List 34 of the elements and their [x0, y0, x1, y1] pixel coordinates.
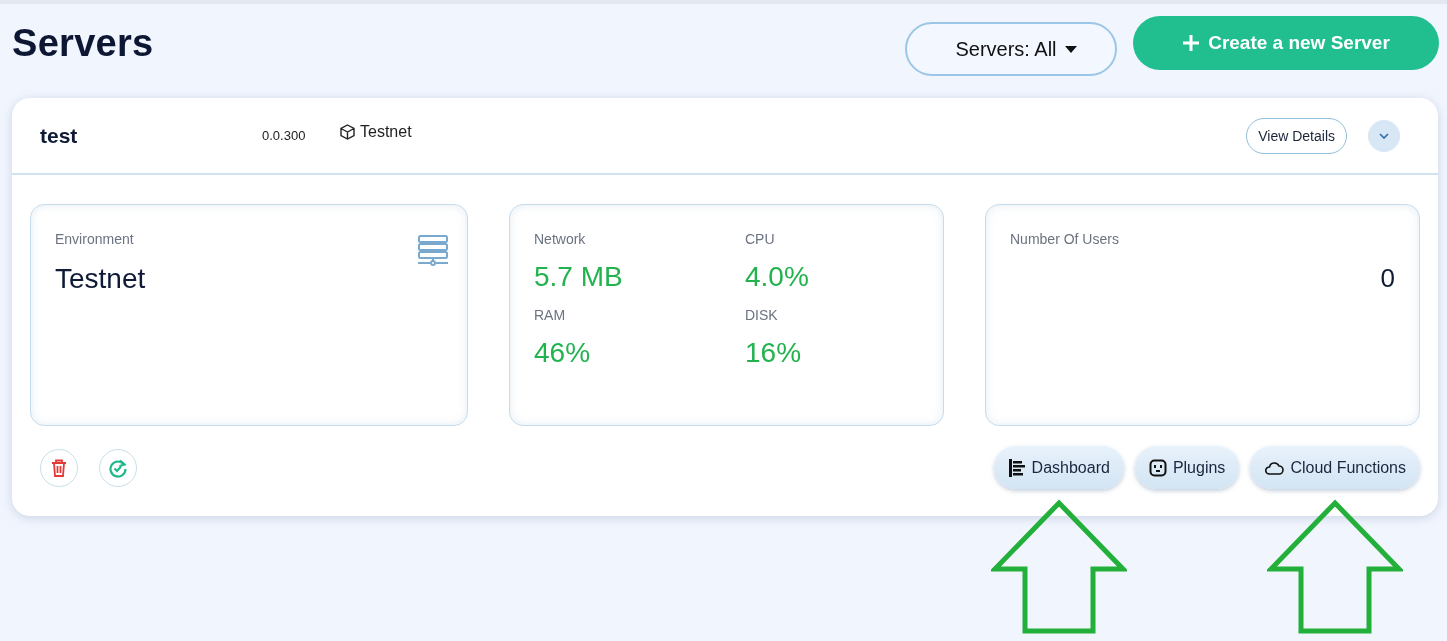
metric-value: 46% — [534, 337, 592, 369]
plug-socket-icon — [1148, 458, 1167, 477]
chevron-down-icon — [1379, 132, 1389, 139]
server-name: test — [40, 123, 79, 148]
metric-value: 5.7 MB — [534, 261, 624, 293]
server-version: 0.0.300 — [262, 128, 307, 143]
metric-value: 4.0% — [745, 261, 810, 293]
cube-icon — [340, 123, 355, 140]
metric-label: RAM — [534, 307, 567, 323]
servers-filter-dropdown[interactable]: Servers: All — [905, 22, 1117, 76]
metric-label: CPU — [745, 231, 776, 247]
view-details-button[interactable]: View Details — [1246, 117, 1347, 154]
action-button[interactable]: Cloud Functions — [1250, 446, 1420, 489]
caret-icon — [1064, 45, 1077, 53]
trash-icon — [51, 458, 67, 477]
cloud-icon — [1264, 460, 1285, 475]
users-count: 0 — [1380, 263, 1395, 294]
metric-label: DISK — [745, 307, 779, 323]
action-button[interactable]: Plugins — [1134, 446, 1240, 489]
plus-icon — [1182, 34, 1201, 52]
page-title: Servers — [12, 22, 154, 65]
panel-label: Environment — [55, 231, 135, 247]
environment-value: Testnet — [55, 263, 147, 295]
delete-button[interactable] — [40, 448, 78, 487]
bars-icon — [1007, 457, 1026, 478]
metric-label: Network — [534, 231, 587, 247]
refresh-check-icon — [108, 457, 128, 478]
metric-value: 16% — [745, 337, 803, 369]
panel-label: Number Of Users — [1010, 231, 1120, 247]
server-rack-icon — [417, 235, 449, 267]
expand-button[interactable] — [1368, 119, 1400, 152]
network-label: Testnet — [360, 122, 412, 141]
refresh-button[interactable] — [99, 448, 137, 487]
action-button[interactable]: Dashboard — [993, 446, 1124, 489]
